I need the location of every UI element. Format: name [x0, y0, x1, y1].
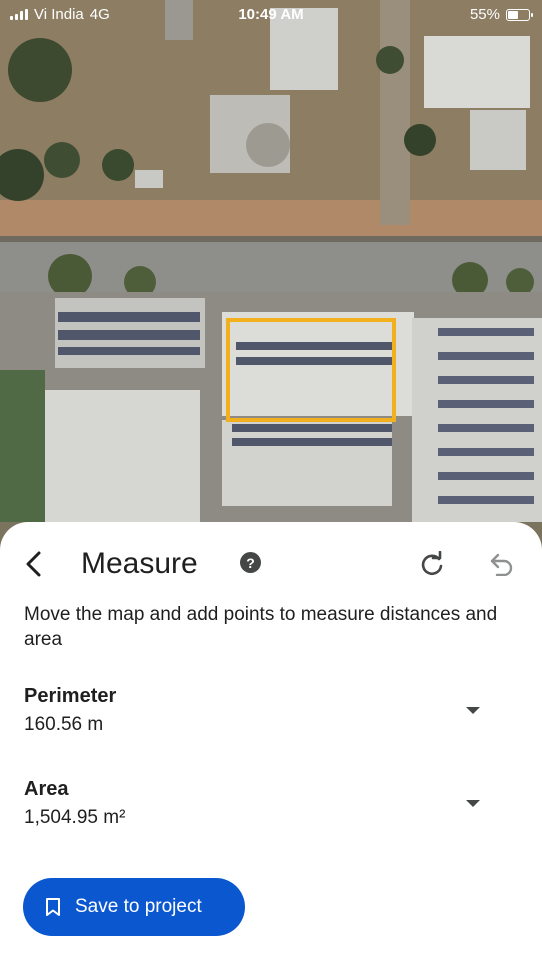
area-value: 1,504.95 m²	[24, 807, 126, 828]
redo-button[interactable]	[412, 544, 452, 584]
status-bar: Vi India 4G 10:49 AM 55%	[0, 0, 542, 30]
redo-icon	[421, 551, 443, 576]
area-unit-dropdown[interactable]	[462, 796, 484, 810]
measure-sheet: Measure ? Move the map and add points to…	[0, 522, 542, 965]
perimeter-label: Perimeter	[24, 685, 117, 707]
sheet-header: Measure ?	[0, 522, 542, 604]
page-title: Measure	[81, 547, 198, 580]
battery-fill	[508, 10, 519, 19]
perimeter-row[interactable]: Perimeter 160.56 m	[0, 682, 542, 752]
save-to-project-button[interactable]: Save to project	[23, 878, 245, 936]
area-label: Area	[24, 778, 69, 800]
back-button[interactable]	[14, 544, 54, 584]
undo-icon	[490, 553, 513, 576]
status-right: 55%	[469, 6, 533, 23]
perimeter-unit-dropdown[interactable]	[462, 703, 484, 717]
bookmark-icon	[46, 898, 60, 916]
chevron-down-icon	[466, 799, 480, 807]
instructions-text: Move the map and add points to measure d…	[24, 604, 498, 650]
undo-button[interactable]	[482, 544, 522, 584]
save-to-project-label: Save to project	[75, 896, 202, 917]
back-arrow-icon	[26, 551, 41, 577]
map-imagery	[0, 0, 542, 560]
status-time: 10:49 AM	[238, 6, 304, 23]
help-icon[interactable]: ?	[240, 552, 261, 573]
battery-percent: 55%	[469, 6, 500, 23]
chevron-down-icon	[466, 706, 480, 714]
battery-icon	[506, 8, 533, 21]
perimeter-value: 160.56 m	[24, 714, 104, 735]
area-row[interactable]: Area 1,504.95 m²	[0, 775, 542, 845]
satellite-map[interactable]	[0, 0, 542, 560]
